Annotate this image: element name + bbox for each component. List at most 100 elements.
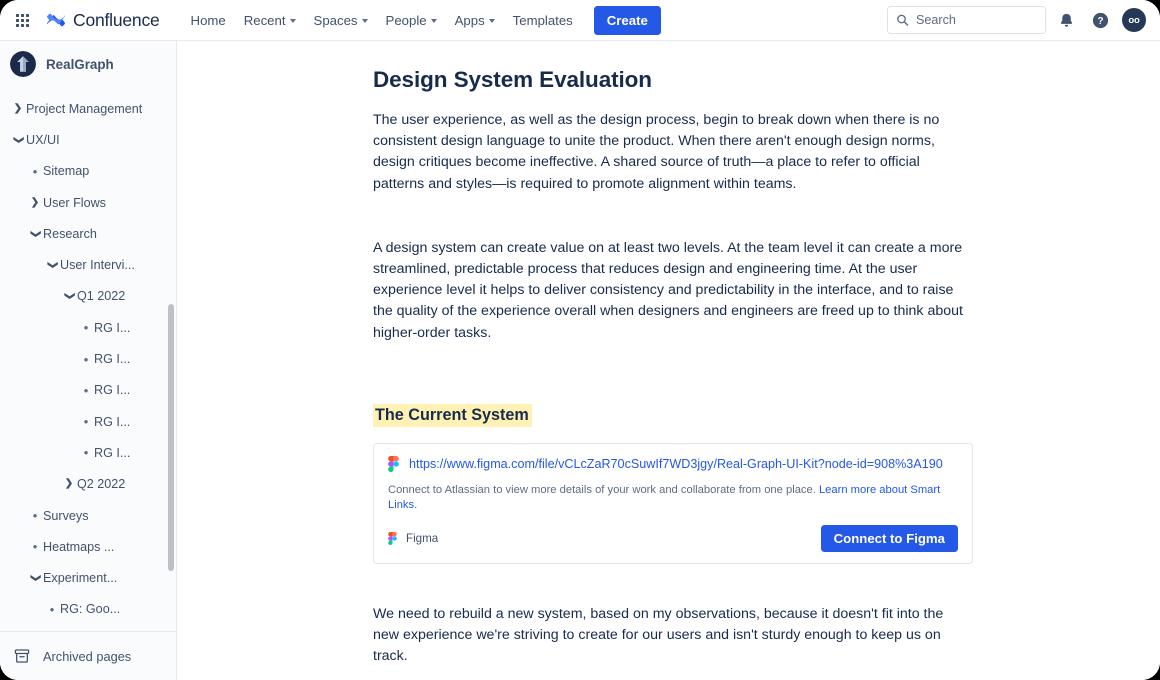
grid-apps-icon: [15, 13, 29, 27]
nav-right-cluster: ? oo: [887, 6, 1146, 34]
realgraph-space-avatar: [10, 51, 36, 77]
page-tree-items: ❯ Project Management ❯ UX/UI • Sitemap ❯ User F…: [0, 93, 176, 625]
page-tree-item-label: RG I...: [94, 414, 131, 429]
chevron-down-icon[interactable]: ❯: [10, 135, 26, 145]
brand-name-label: Confluence: [73, 9, 160, 30]
page-tree-item[interactable]: • RG I...: [0, 437, 176, 468]
paragraph: We need to rebuild a new system, based o…: [373, 605, 944, 665]
page-tree-item-label: Q2 2022: [77, 477, 126, 492]
page-tree-item-label: RG I...: [94, 445, 131, 460]
help-button[interactable]: ?: [1086, 6, 1114, 34]
paragraph: The user experience, as well as the desi…: [373, 112, 940, 192]
chevron-down-icon: [361, 19, 368, 23]
page-tree-item-label: RG I...: [94, 352, 131, 367]
space-sidebar: RealGraph ❯ Project Management ❯ UX/UI • Site…: [0, 41, 177, 680]
page-tree-item-label: RG I...: [94, 320, 131, 335]
page-tree-item[interactable]: ❯ Project Management: [0, 93, 176, 124]
notifications-button[interactable]: [1052, 6, 1080, 34]
nav-item-templates[interactable]: Templates: [504, 7, 582, 34]
chevron-right-icon[interactable]: ❯: [27, 197, 43, 208]
chevron-down-icon[interactable]: ❯: [27, 229, 43, 239]
nav-item-home[interactable]: Home: [182, 7, 235, 34]
page-tree-item-label: Experiment...: [43, 571, 118, 586]
nav-item-recent[interactable]: Recent: [235, 7, 305, 34]
nav-item-apps[interactable]: Apps: [446, 7, 504, 34]
bullet-dot-icon: •: [32, 163, 38, 179]
chevron-down-icon[interactable]: ❯: [44, 260, 60, 270]
chevron-down-icon: [289, 19, 296, 23]
document-body: Design System Evaluation The user experi…: [178, 41, 1160, 680]
page-tree-item-label: Project Management: [26, 101, 143, 116]
connect-to-figma-button[interactable]: Connect to Figma: [820, 524, 958, 552]
question-circle-icon: ?: [1092, 12, 1108, 28]
create-button[interactable]: Create: [593, 5, 661, 35]
page-content-area: Design System Evaluation The user experi…: [178, 41, 1160, 680]
chevron-right-icon[interactable]: ❯: [61, 479, 77, 489]
page-tree-item-label: Research: [43, 226, 97, 241]
nav-item-people[interactable]: People: [377, 7, 446, 34]
chevron-down-icon[interactable]: ❯: [27, 573, 43, 583]
page-tree-item-label: Q1 2022: [77, 289, 126, 304]
chevron-down-icon[interactable]: ❯: [61, 291, 77, 301]
smart-link-description: Connect to Atlassian to view more detail…: [388, 483, 958, 513]
page-tree-item[interactable]: • Sitemap: [0, 156, 176, 187]
page-title: Design System Evaluation: [373, 67, 652, 92]
page-tree-item[interactable]: • RG I...: [0, 312, 176, 343]
page-tree-item-label: Surveys: [43, 508, 89, 523]
page-tree-item-label: RG: Goo...: [60, 602, 121, 617]
chevron-down-icon: [430, 19, 437, 23]
space-header[interactable]: RealGraph: [0, 41, 176, 85]
bell-icon: [1060, 13, 1072, 27]
smart-link-url[interactable]: https://www.figma.com/file/vCLcZaR70cSuw…: [409, 457, 943, 471]
figma-logo-icon: [388, 531, 397, 545]
figma-logo-icon: [388, 455, 399, 472]
confluence-home-link[interactable]: Confluence: [46, 10, 160, 31]
paragraph: A design system can create value on at l…: [373, 239, 963, 341]
section-heading-current-system: The Current System: [373, 403, 532, 427]
page-tree-item[interactable]: ❯ User Flows: [0, 187, 176, 218]
primary-nav-items: Home Recent Spaces People Apps Templates: [182, 5, 661, 35]
page-tree-item-label: User Intervi...: [60, 258, 135, 273]
page-tree-item[interactable]: ❯ User Intervi...: [0, 249, 176, 280]
search-icon: [897, 14, 909, 26]
nav-item-label: People: [385, 12, 427, 28]
page-tree-item[interactable]: ❯ Q1 2022: [0, 281, 176, 312]
figma-smart-link-card: https://www.figma.com/file/vCLcZaR70cSuw…: [373, 442, 973, 564]
svg-text:?: ?: [1097, 16, 1103, 27]
nav-item-spaces[interactable]: Spaces: [305, 7, 377, 34]
page-tree-item[interactable]: ❯ UX/UI: [0, 124, 176, 155]
search-input[interactable]: [916, 13, 1036, 27]
page-tree-item[interactable]: • RG I...: [0, 375, 176, 406]
nav-item-label: Spaces: [313, 12, 358, 28]
page-tree-item[interactable]: • RG I...: [0, 406, 176, 437]
page-tree-item[interactable]: ❯ Experiment...: [0, 562, 176, 593]
page-tree-item[interactable]: • Heatmaps ...: [0, 531, 176, 562]
smart-link-url-row: https://www.figma.com/file/vCLcZaR70cSuw…: [388, 455, 958, 472]
bullet-dot-icon: •: [83, 414, 89, 430]
page-tree-item[interactable]: ❯ Research: [0, 218, 176, 249]
page-tree-item-label: Heatmaps ...: [43, 539, 115, 554]
archived-pages-link[interactable]: Archived pages: [0, 631, 176, 680]
page-tree-item[interactable]: • Surveys: [0, 500, 176, 531]
search-box[interactable]: [887, 6, 1046, 34]
app-switcher-button[interactable]: [6, 4, 38, 36]
bullet-dot-icon: •: [32, 539, 38, 555]
bullet-dot-icon: •: [32, 508, 38, 523]
page-tree-item[interactable]: • RG I...: [0, 343, 176, 374]
chevron-down-icon: [488, 19, 495, 23]
smart-link-provider: Figma: [388, 531, 438, 545]
bullet-dot-icon: •: [83, 382, 89, 398]
nav-item-label: Templates: [512, 12, 573, 28]
user-avatar[interactable]: oo: [1122, 8, 1146, 32]
page-tree-item[interactable]: • RG: Goo...: [0, 594, 176, 625]
page-tree-item-label: RG I...: [94, 383, 131, 398]
nav-item-label: Recent: [243, 12, 286, 28]
sidebar-vertical-scrollbar[interactable]: [168, 304, 174, 571]
page-tree-item[interactable]: ❯ Q2 2022: [0, 469, 176, 500]
chevron-right-icon[interactable]: ❯: [10, 103, 26, 114]
page-tree: ❯ Project Management ❯ UX/UI • Sitemap ❯ User F…: [0, 93, 176, 663]
nav-item-label: Home: [190, 12, 226, 28]
top-navigation-bar: Confluence Home Recent Spaces People App…: [0, 0, 1160, 41]
